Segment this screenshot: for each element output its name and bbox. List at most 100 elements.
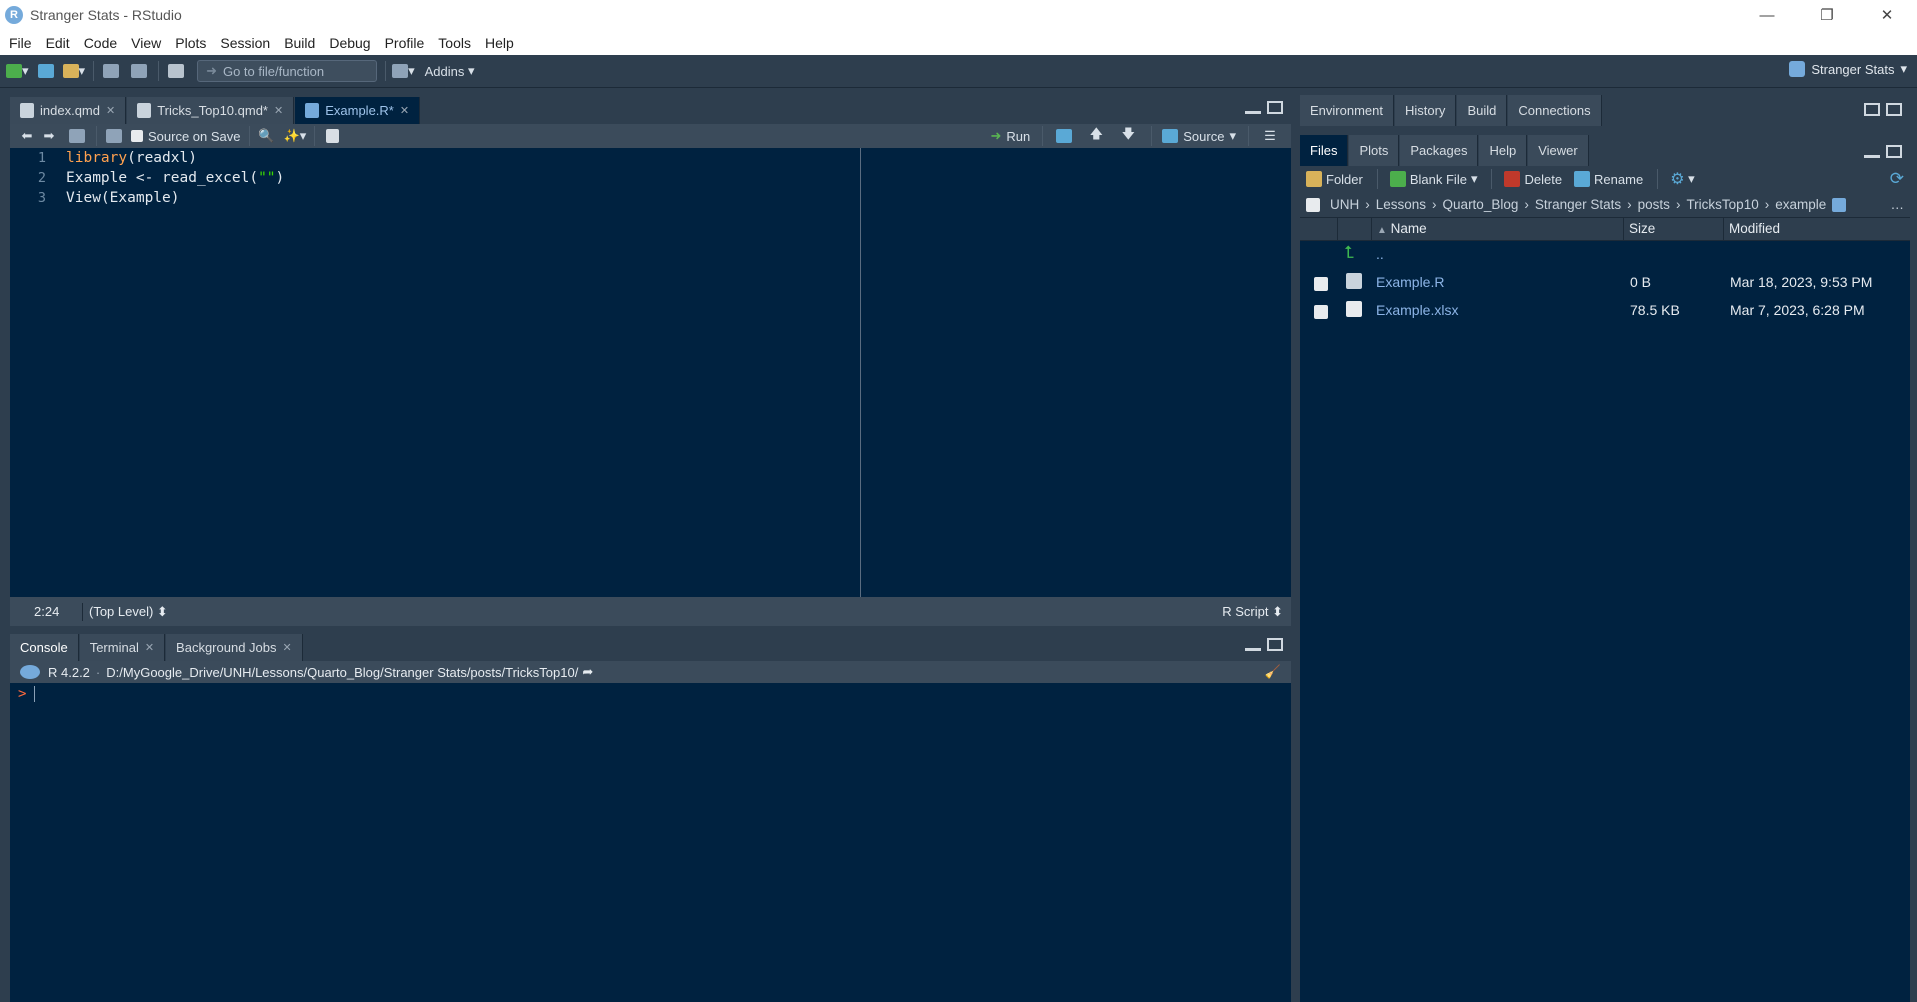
run-button[interactable]: ➜ Run — [991, 125, 1031, 147]
blank-file-button[interactable]: Blank File ▾ — [1389, 168, 1477, 190]
code-editor[interactable]: 1 2 3 library(readxl) Example <- read_ex… — [10, 148, 1291, 597]
clear-console-button[interactable]: 🧹 — [1265, 664, 1281, 680]
minimize-pane-icon[interactable] — [1245, 647, 1261, 651]
parent-dir-row[interactable]: ⮤ .. — [1300, 241, 1910, 269]
close-button[interactable]: ✕ — [1857, 0, 1917, 30]
breadcrumb-item[interactable]: UNH — [1330, 197, 1359, 212]
tab-plots[interactable]: Plots — [1349, 135, 1400, 166]
file-modified: Mar 18, 2023, 9:53 PM — [1730, 274, 1873, 290]
menu-profile[interactable]: Profile — [378, 35, 432, 51]
project-menu[interactable]: Stranger Stats ▾ — [1789, 61, 1907, 77]
table-row[interactable]: Example.xlsx 78.5 KB Mar 7, 2023, 6:28 P… — [1300, 297, 1910, 325]
breadcrumb-item[interactable]: Lessons — [1376, 197, 1426, 212]
row-checkbox[interactable] — [1314, 305, 1328, 319]
tab-background-jobs[interactable]: Background Jobs ✕ — [166, 634, 303, 661]
tab-terminal[interactable]: Terminal ✕ — [79, 634, 166, 661]
rename-button[interactable]: Rename — [1574, 168, 1643, 190]
tab-viewer[interactable]: Viewer — [1528, 135, 1589, 166]
close-tab-icon[interactable]: ✕ — [283, 641, 292, 654]
breadcrumb-item[interactable]: posts — [1638, 197, 1670, 212]
more-path-button[interactable]: … — [1891, 197, 1905, 212]
refresh-icon[interactable]: ⟳ — [1890, 169, 1904, 189]
menu-help[interactable]: Help — [478, 35, 521, 51]
code-tools-button[interactable]: ✨ ▾ — [284, 125, 307, 147]
addins-button[interactable]: Addins ▾ — [425, 60, 475, 82]
table-row[interactable]: Example.R 0 B Mar 18, 2023, 9:53 PM — [1300, 269, 1910, 297]
restore-pane-icon[interactable] — [1864, 103, 1880, 116]
select-all-checkbox[interactable] — [1306, 197, 1320, 212]
open-file-button[interactable]: ▾ — [62, 60, 85, 82]
close-tab-icon[interactable]: ✕ — [400, 104, 409, 117]
find-replace-button[interactable]: 🔍 — [256, 125, 278, 147]
breadcrumb-item[interactable]: Quarto_Blog — [1443, 197, 1519, 212]
breadcrumb-item[interactable]: Stranger Stats — [1535, 197, 1621, 212]
save-file-button[interactable] — [103, 125, 125, 147]
forward-button[interactable]: ➡ — [38, 125, 60, 147]
maximize-pane-icon[interactable] — [1267, 638, 1283, 651]
menu-session[interactable]: Session — [213, 35, 277, 51]
compile-report-button[interactable] — [321, 125, 343, 147]
menu-edit[interactable]: Edit — [39, 35, 77, 51]
menu-code[interactable]: Code — [77, 35, 124, 51]
tab-index-qmd[interactable]: index.qmd ✕ — [10, 97, 127, 124]
minimize-pane-icon[interactable] — [1245, 110, 1261, 114]
menu-tools[interactable]: Tools — [431, 35, 478, 51]
more-options-button[interactable]: ⚙ ▾ — [1670, 168, 1694, 190]
tab-connections[interactable]: Connections — [1508, 95, 1602, 126]
maximize-pane-icon[interactable] — [1267, 101, 1283, 114]
tab-help[interactable]: Help — [1479, 135, 1528, 166]
tab-console[interactable]: Console — [10, 634, 79, 661]
go-to-directory-icon[interactable]: ➦ — [582, 664, 593, 680]
source-on-save-toggle[interactable]: Source on Save — [131, 125, 241, 147]
menu-view[interactable]: View — [124, 35, 168, 51]
tab-tricks-top10-qmd[interactable]: Tricks_Top10.qmd* ✕ — [127, 97, 295, 124]
document-outline-button[interactable]: ☰ — [1259, 125, 1281, 147]
breadcrumb-item[interactable]: TricksTop10 — [1686, 197, 1758, 212]
source-button[interactable]: Source ▾ — [1162, 125, 1236, 147]
tab-example-r[interactable]: Example.R* ✕ — [295, 97, 421, 124]
parent-dir-link[interactable]: .. — [1376, 246, 1384, 262]
rerun-button[interactable] — [1053, 125, 1075, 147]
name-column-header[interactable]: ▲ Name — [1372, 218, 1624, 240]
close-tab-icon[interactable]: ✕ — [145, 641, 154, 654]
menu-plots[interactable]: Plots — [168, 35, 213, 51]
show-in-window-button[interactable] — [66, 125, 88, 147]
tab-build[interactable]: Build — [1457, 95, 1508, 126]
console-output[interactable]: > — [10, 683, 1291, 1002]
print-button[interactable] — [165, 60, 187, 82]
source-on-save-checkbox[interactable] — [131, 130, 143, 142]
file-name[interactable]: Example.xlsx — [1376, 302, 1458, 318]
tab-environment[interactable]: Environment — [1300, 95, 1394, 126]
menu-debug[interactable]: Debug — [322, 35, 377, 51]
row-checkbox[interactable] — [1314, 277, 1328, 291]
save-all-button[interactable] — [128, 60, 150, 82]
go-to-file-input[interactable]: ➜ Go to file/function — [197, 60, 378, 82]
restore-button[interactable]: ❐ — [1797, 0, 1857, 30]
back-button[interactable]: ⬅ — [16, 125, 38, 147]
tab-history[interactable]: History — [1394, 95, 1457, 126]
tab-files[interactable]: Files — [1300, 135, 1349, 166]
go-to-next-section-button[interactable]: 🡇 — [1117, 125, 1139, 147]
close-tab-icon[interactable]: ✕ — [274, 104, 283, 117]
qmd-file-icon — [20, 103, 34, 118]
file-type-selector[interactable]: R Script ⬍ — [1222, 604, 1283, 620]
menu-file[interactable]: File — [2, 35, 39, 51]
scope-selector[interactable]: (Top Level) ⬍ — [83, 604, 168, 620]
minimize-button[interactable]: — — [1737, 0, 1797, 30]
new-project-button[interactable] — [35, 60, 57, 82]
new-file-button[interactable]: ▾ — [6, 60, 29, 82]
maximize-pane-icon[interactable] — [1886, 103, 1902, 116]
workspace-panes-button[interactable]: ▾ — [392, 60, 415, 82]
delete-button[interactable]: Delete — [1504, 168, 1562, 190]
close-tab-icon[interactable]: ✕ — [106, 104, 115, 117]
size-column-header[interactable]: Size — [1624, 218, 1724, 240]
tab-packages[interactable]: Packages — [1400, 135, 1479, 166]
file-name[interactable]: Example.R — [1376, 274, 1444, 290]
save-button[interactable] — [100, 60, 122, 82]
menu-build[interactable]: Build — [277, 35, 322, 51]
modified-column-header[interactable]: Modified — [1724, 218, 1910, 240]
restore-pane-icon[interactable] — [1886, 145, 1902, 158]
go-to-previous-section-button[interactable]: 🡅 — [1085, 125, 1107, 147]
minimize-pane-icon[interactable] — [1864, 154, 1880, 158]
new-folder-button[interactable]: Folder — [1306, 168, 1363, 190]
